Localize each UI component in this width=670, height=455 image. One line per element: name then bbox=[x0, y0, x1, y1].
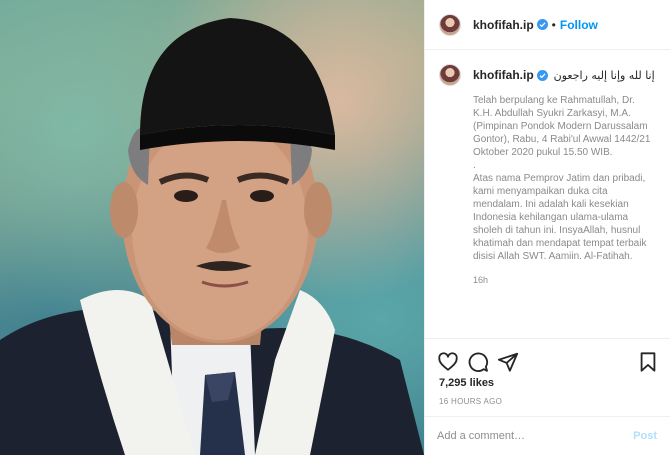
verified-badge-icon bbox=[536, 19, 548, 30]
caption-paragraph: . bbox=[473, 160, 476, 171]
action-bar bbox=[425, 338, 670, 382]
comment-input[interactable] bbox=[437, 430, 634, 442]
follow-button[interactable]: Follow bbox=[560, 18, 598, 32]
caption-paragraph: Telah berpulang ke Rahmatullah, Dr. K.H.… bbox=[473, 95, 651, 158]
caption: khofifah.ip إنا لله وإنا إليه راجعون Tel… bbox=[439, 64, 667, 285]
caption-title: إنا لله وإنا إليه راجعون bbox=[553, 68, 655, 82]
post-timestamp: 16 HOURS AGO bbox=[439, 397, 503, 406]
separator-dot: • bbox=[551, 17, 556, 32]
post-image[interactable] bbox=[0, 0, 424, 455]
share-icon[interactable] bbox=[497, 351, 519, 373]
post-comment-button[interactable]: Post bbox=[633, 430, 657, 442]
post-header: khofifah.ip • Follow bbox=[425, 0, 670, 50]
caption-username-link[interactable]: khofifah.ip bbox=[473, 68, 534, 82]
like-count[interactable]: 7,295 likes bbox=[439, 377, 494, 389]
bookmark-icon[interactable] bbox=[637, 351, 659, 373]
portrait-illustration bbox=[0, 18, 424, 455]
comment-icon[interactable] bbox=[467, 351, 489, 373]
verified-badge-icon bbox=[536, 69, 548, 81]
caption-timestamp[interactable]: 16h bbox=[473, 275, 667, 285]
post-panel: khofifah.ip • Follow khofifah.ip إنا لله… bbox=[424, 0, 670, 455]
caption-avatar[interactable] bbox=[439, 64, 461, 86]
heart-icon[interactable] bbox=[437, 351, 459, 373]
username-link[interactable]: khofifah.ip bbox=[473, 18, 534, 32]
avatar[interactable] bbox=[439, 13, 461, 36]
comment-box: Post bbox=[425, 416, 670, 455]
caption-text: Telah berpulang ke Rahmatullah, Dr. K.H.… bbox=[473, 94, 653, 263]
caption-paragraph: Atas nama Pemprov Jatim dan pribadi, kam… bbox=[473, 173, 647, 262]
